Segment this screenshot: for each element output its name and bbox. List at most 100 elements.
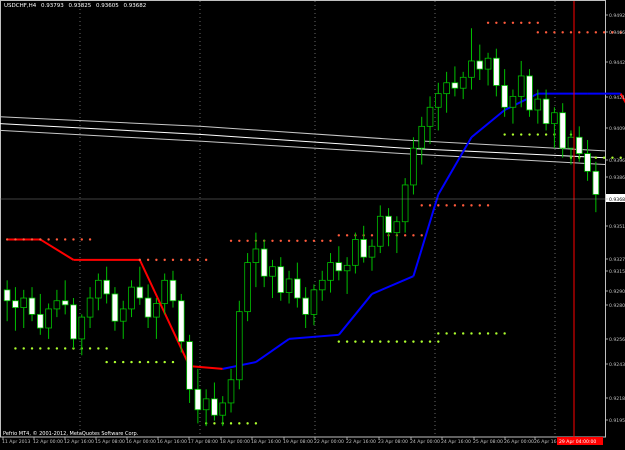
- candle-body: [459, 76, 467, 89]
- support-dot: [470, 332, 473, 335]
- candle-body: [169, 279, 177, 302]
- support-dot: [122, 360, 125, 364]
- candle-body: [20, 297, 28, 308]
- candle-body: [551, 112, 558, 125]
- resistance-dot: [271, 239, 274, 242]
- support-dot: [30, 347, 34, 350]
- support-dot: [47, 347, 50, 350]
- price-axis-label: 0.94210: [609, 95, 625, 101]
- support-dot: [88, 347, 92, 350]
- resistance-dot: [22, 238, 25, 241]
- candle-body: [186, 341, 193, 390]
- candle-body: [468, 60, 475, 78]
- candle-body: [584, 153, 591, 172]
- support-dot: [155, 360, 158, 364]
- ohlc-low: 0.93605: [96, 3, 119, 9]
- resistance-dot: [196, 258, 200, 262]
- support-dot: [63, 347, 67, 350]
- trend-line-segment: [437, 136, 473, 195]
- trend-line-segment: [470, 109, 506, 139]
- support-dot: [544, 133, 548, 136]
- support-dot: [602, 156, 606, 159]
- resistance-dot: [47, 238, 50, 241]
- support-dot: [362, 340, 365, 343]
- support-dot: [420, 340, 423, 343]
- trend-line-segment: [288, 333, 339, 340]
- resistance-dot: [536, 21, 540, 24]
- time-axis-label: 17 Apr 08:00: [188, 439, 218, 445]
- candle-body: [236, 311, 243, 381]
- resistance-dot: [345, 234, 349, 237]
- support-dot: [97, 347, 100, 350]
- resistance-dot: [238, 239, 241, 242]
- resistance-dot: [14, 238, 17, 241]
- trend-line-segment: [39, 238, 75, 261]
- resistance-dot: [229, 239, 233, 242]
- price-axis-label: 0.94920: [609, 13, 625, 19]
- moving-average-line: [0, 123, 606, 159]
- support-dot: [113, 360, 117, 364]
- support-dot: [354, 340, 357, 343]
- candle-body: [352, 239, 359, 266]
- resistance-dot: [478, 204, 481, 207]
- candle-body: [111, 293, 119, 322]
- candle-body: [78, 316, 86, 340]
- ohlc-high: 0.93825: [68, 3, 92, 9]
- trend-line-segment: [338, 293, 373, 336]
- candle-body: [103, 279, 110, 295]
- resistance-dot: [155, 258, 158, 262]
- candle-body: [269, 266, 276, 277]
- price-axis-label: 0.92905: [609, 289, 625, 295]
- candle-body: [517, 75, 525, 97]
- resistance-dot: [586, 31, 589, 34]
- candle-body: [484, 57, 492, 70]
- resistance-dot: [511, 21, 515, 24]
- resistance-dot: [138, 258, 142, 262]
- time-axis-label: 22 Apr 00:00: [314, 439, 344, 445]
- price-axis-label: 0.92565: [609, 337, 625, 343]
- candle-body: [418, 125, 426, 149]
- time-axis-label: 24 Apr 00:00: [410, 439, 440, 445]
- candle-body: [368, 245, 376, 258]
- resistance-dot: [296, 239, 299, 242]
- chart-header: USDCHF,H4 0.93793 0.93825 0.93605 0.9368…: [4, 3, 149, 9]
- candle-body: [509, 95, 517, 108]
- resistance-dot: [188, 258, 191, 262]
- resistance-dot: [403, 234, 407, 237]
- chart-window[interactable]: 0.94920 0.94665 0.94420 0.94210 0.94095 0.939…: [0, 0, 625, 446]
- resistance-dot: [520, 21, 523, 24]
- candle-body: [227, 379, 235, 404]
- candle-body: [335, 262, 343, 272]
- price-axis-label: 0.92800: [609, 303, 625, 309]
- candle-body: [177, 300, 185, 343]
- resistance-dot: [163, 258, 166, 262]
- time-axis-label: 23 Apr 08:00: [378, 439, 408, 445]
- price-chart[interactable]: 0.94920 0.94665 0.94420 0.94210 0.94095 0.939…: [0, 0, 625, 446]
- time-axis-label: 24 Apr 16:00: [441, 439, 471, 445]
- resistance-dot: [80, 238, 83, 241]
- support-dot: [478, 332, 481, 335]
- resistance-dot: [428, 204, 432, 207]
- support-dot: [395, 340, 399, 343]
- candle-body: [376, 215, 384, 247]
- support-dot: [511, 133, 515, 136]
- support-dot: [379, 340, 382, 343]
- resistance-dot: [578, 31, 581, 34]
- support-dot: [445, 332, 448, 335]
- candle-body: [53, 300, 61, 310]
- resistance-dot: [337, 234, 341, 237]
- resistance-dot: [503, 21, 506, 24]
- candle-body: [526, 75, 533, 111]
- candle-body: [252, 248, 260, 264]
- candle-body: [219, 402, 227, 416]
- time-axis-label: 12 Apr 16:00: [64, 439, 94, 445]
- resistance-dot: [437, 204, 440, 207]
- support-dot: [146, 360, 150, 364]
- resistance-dot: [486, 21, 490, 24]
- resistance-dot: [39, 238, 42, 241]
- support-dot: [130, 360, 133, 364]
- candle-body: [86, 297, 94, 318]
- candle-body: [285, 278, 293, 293]
- candle-body: [302, 297, 309, 315]
- price-axis-label: 0.94665: [609, 30, 625, 36]
